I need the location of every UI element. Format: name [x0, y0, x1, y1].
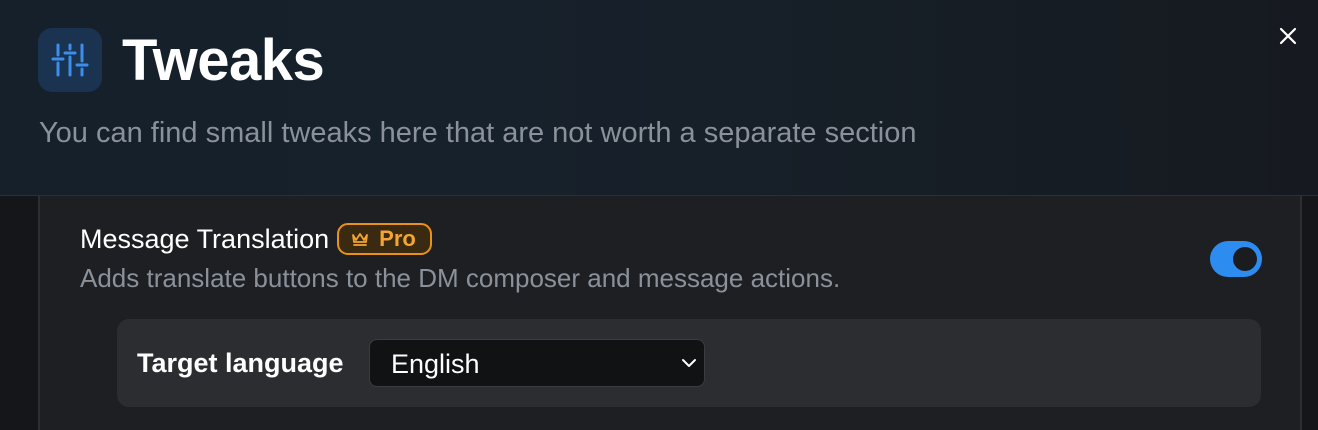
pro-badge: Pro — [337, 223, 432, 255]
left-gutter — [0, 196, 38, 430]
target-language-label: Target language — [137, 348, 344, 378]
close-button[interactable] — [1274, 22, 1302, 50]
setting-description: Adds translate buttons to the DM compose… — [80, 263, 841, 293]
pro-badge-label: Pro — [379, 226, 416, 251]
message-translation-toggle[interactable] — [1210, 241, 1262, 277]
setting-title-row: Message Translation Pro — [80, 222, 432, 256]
setting-title: Message Translation — [80, 224, 330, 254]
target-language-select[interactable]: English — [369, 339, 705, 387]
settings-card: Message Translation Pro Adds translate b… — [38, 196, 1302, 430]
page-subtitle: You can find small tweaks here that are … — [39, 117, 917, 149]
target-language-value: English — [391, 349, 480, 379]
chevron-down-icon — [682, 359, 696, 367]
close-icon — [1279, 27, 1297, 45]
right-gutter — [1302, 196, 1318, 430]
sliders-icon — [38, 28, 102, 92]
page-header: Tweaks You can find small tweaks here th… — [0, 0, 1318, 196]
toggle-knob — [1233, 247, 1257, 271]
target-language-panel: Target language English — [117, 319, 1261, 407]
page-title: Tweaks — [122, 28, 325, 93]
crown-icon — [352, 233, 369, 246]
